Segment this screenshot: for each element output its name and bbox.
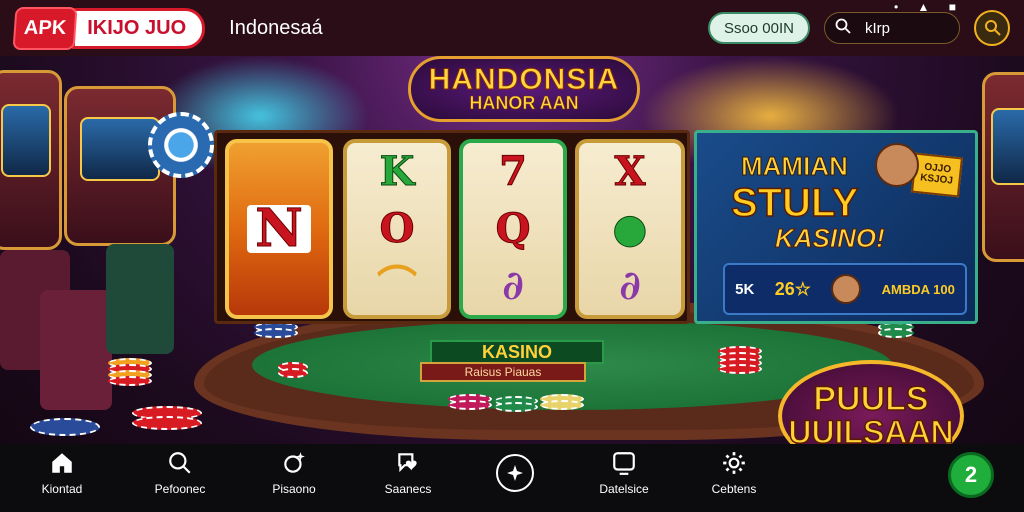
reel-3[interactable]: 7 Q ∂ <box>459 139 567 319</box>
nav-label: Saanecs <box>384 482 432 496</box>
casino-app-screen: HANDONSIA HANOR AAN KASINO Raisus Piauas <box>0 0 1024 512</box>
hero-title-sign: HANDONSIA HANOR AAN <box>408 56 640 122</box>
promo-line3: KASINO! <box>775 223 886 254</box>
table-sub-sign: Raisus Piauas <box>420 362 586 382</box>
chip-stack-7 <box>494 396 538 412</box>
home-icon <box>52 453 72 473</box>
promo-reward-1: 5K <box>735 280 755 298</box>
nav-item-chat[interactable]: Saanecs <box>358 450 458 496</box>
reel-2[interactable]: K O ⌒ <box>343 139 451 319</box>
table-sign: KASINO <box>430 340 604 364</box>
chip-stack-1 <box>108 358 152 386</box>
search-icon <box>835 18 851 38</box>
slot-reels[interactable]: N K O ⌒ 7 Q ∂ X ● ∂ <box>214 130 690 324</box>
avatar <box>875 143 919 187</box>
profile-button[interactable] <box>974 10 1010 46</box>
bar-stool-2 <box>40 290 112 410</box>
reel-3-symbol-3: ∂ <box>502 262 524 310</box>
reel-2-symbol-1: K <box>379 147 415 195</box>
nav-item-sparkle[interactable]: Pisaono <box>244 450 344 496</box>
pill-button[interactable]: Ssoo 00IN <box>707 12 810 44</box>
nav-label: Datelsice <box>599 482 649 496</box>
promo-line1: MAMIAN <box>741 151 849 182</box>
chip-stack-2 <box>132 406 202 430</box>
chat-heart-icon <box>398 453 417 473</box>
reel-3-symbol-2: Q <box>495 204 531 252</box>
hero-title-line1: HANDONSIA <box>428 63 620 97</box>
chip-stack-8 <box>540 394 584 410</box>
promo-banner[interactable]: MAMIAN STULY KASINO! OJJO KSJOJ 5K 26☆ A… <box>694 130 978 324</box>
promo-reward-2: 26☆ <box>774 278 811 299</box>
chip-stack-6 <box>448 394 492 410</box>
bottom-nav: Kiontad Pefoonec Pisaono Saanecs Datelsi… <box>0 444 1024 512</box>
chip-stack-5 <box>718 346 762 374</box>
reel-4-symbol-3: ∂ <box>619 262 641 310</box>
bar-stool-3 <box>106 244 174 354</box>
logo-name: IKIJO JUO <box>72 7 206 49</box>
nav-item-screen[interactable]: Datelsice <box>574 450 674 496</box>
nav-item-home[interactable]: Kiontad <box>12 450 112 496</box>
bonus-badge-line1: PUULS <box>813 380 930 418</box>
compass-star-icon <box>507 465 523 481</box>
logo-badge: APK <box>12 6 78 50</box>
screen-icon <box>613 452 635 475</box>
nav-label: Kiontad <box>41 482 83 496</box>
promo-line2: STULY <box>730 180 859 226</box>
sparkle-icon <box>284 452 305 473</box>
promo-reward-3: AMBDA 100 <box>881 281 955 297</box>
top-bar: APK IKIJO JUO Indonesaá Ssoo 00IN kIrp <box>0 0 1024 56</box>
search-text: kIrp <box>865 19 891 37</box>
slot-machine-right <box>982 72 1024 262</box>
reel-4[interactable]: X ● ∂ <box>575 139 685 319</box>
app-logo[interactable]: APK IKIJO JUO <box>12 6 206 50</box>
avatar <box>831 274 862 304</box>
chip-stack-9 <box>878 322 914 338</box>
nav-label: Cebtens <box>711 482 757 496</box>
app-title: Indonesaá <box>229 16 323 39</box>
nav-label: Pisaono <box>272 482 316 496</box>
nav-item-search[interactable]: Pefoonec <box>130 450 230 496</box>
reel-4-symbol-2: ● <box>612 204 648 252</box>
nav-label: Pefoonec <box>154 482 206 496</box>
reel-3-symbol-1: 7 <box>499 147 528 195</box>
reel-1-symbol: N <box>247 202 311 255</box>
reel-1[interactable]: N <box>225 139 333 319</box>
help-fab-button[interactable]: 2 <box>948 452 994 498</box>
chip-stack-3 <box>30 418 100 436</box>
user-search-icon <box>985 20 1001 36</box>
search-icon <box>169 452 191 474</box>
reel-2-symbol-2: O <box>379 204 415 252</box>
center-action-button[interactable] <box>496 454 534 492</box>
chip-icon-large <box>148 112 214 178</box>
search-input[interactable]: kIrp <box>824 12 960 44</box>
status-icons: • ▲ ■ <box>894 0 964 14</box>
reel-4-symbol-1: X <box>614 147 646 195</box>
gear-icon <box>723 452 745 474</box>
reel-2-symbol-3: ⌒ <box>377 262 417 310</box>
nav-item-settings[interactable]: Cebtens <box>684 450 784 496</box>
chip-stack-10 <box>278 362 308 378</box>
slot-machine-left <box>0 70 62 250</box>
promo-tag: OJJO KSJOJ <box>911 152 963 198</box>
promo-rewards-row: 5K 26☆ AMBDA 100 <box>723 263 967 315</box>
